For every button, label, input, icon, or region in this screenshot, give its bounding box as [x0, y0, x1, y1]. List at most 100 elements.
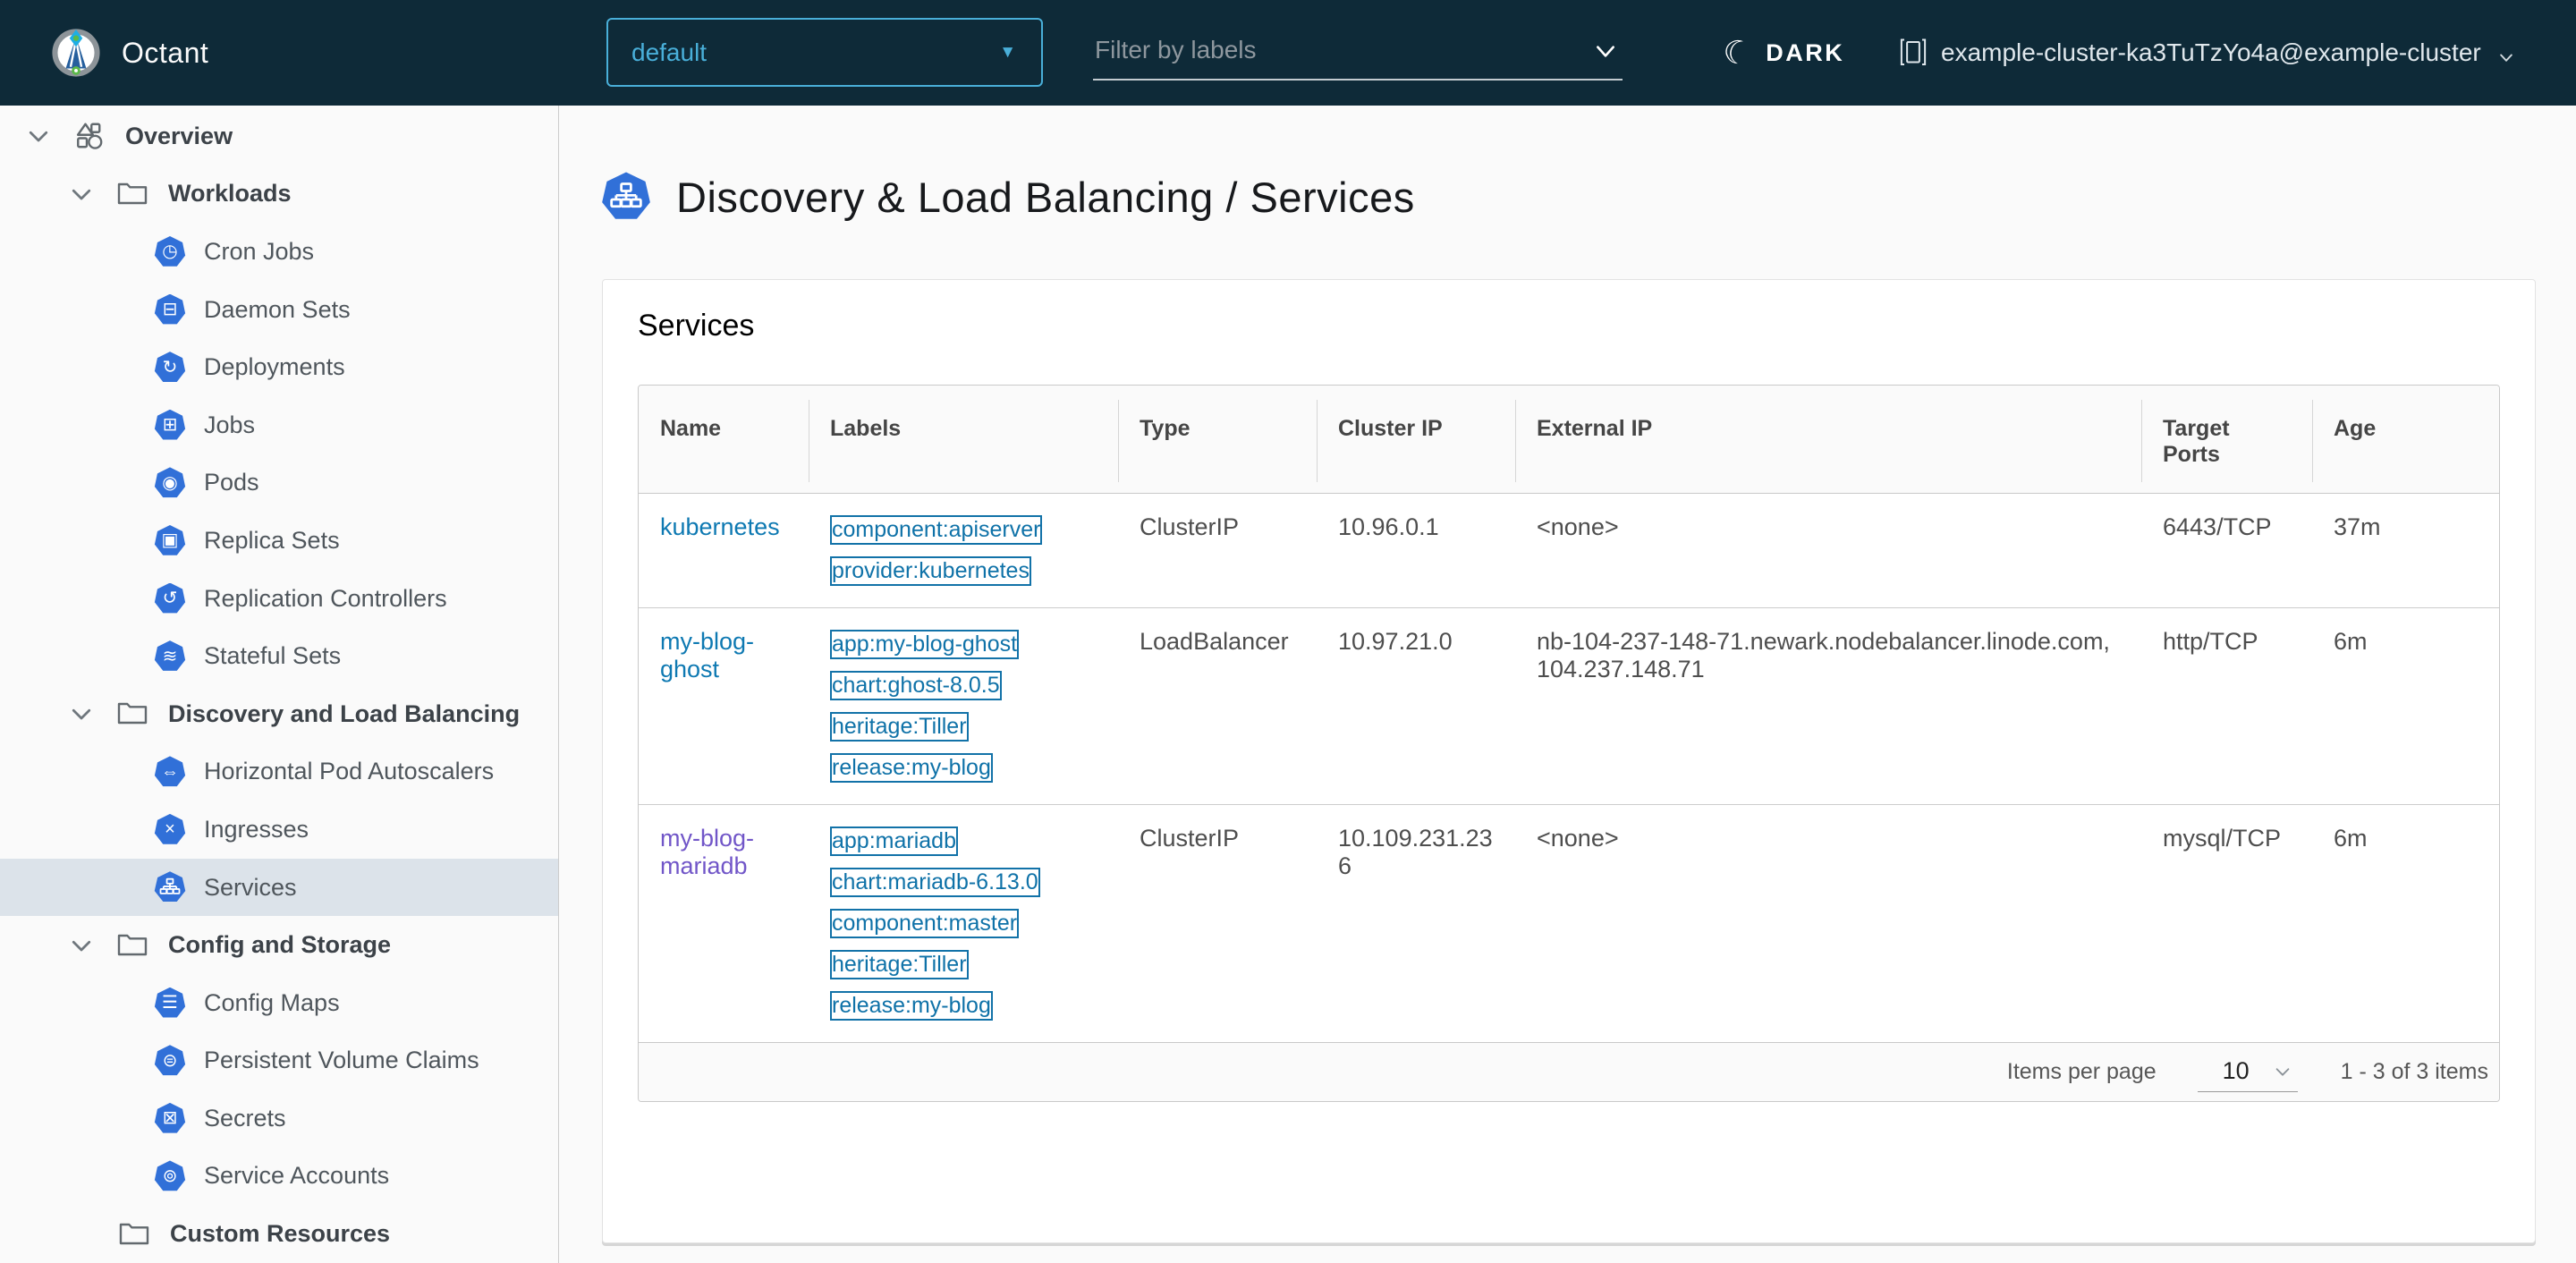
- namespace-selector[interactable]: default ▼: [606, 18, 1043, 87]
- pagination: Items per page 10 1 - 3 of 3 items: [639, 1041, 2499, 1101]
- folder-icon: [116, 699, 148, 729]
- label-pill[interactable]: chart:mariadb-6.13.0: [830, 867, 1040, 897]
- folder-icon: [116, 179, 148, 209]
- column-header-target-ports[interactable]: Target Ports: [2141, 386, 2312, 494]
- sidebar-item-overview[interactable]: Overview: [0, 107, 558, 165]
- label-filter-input[interactable]: Filter by labels: [1093, 23, 1623, 81]
- service-link[interactable]: my-blog-ghost: [660, 628, 754, 682]
- main-content: Discovery & Load Balancing / Services Se…: [560, 106, 2576, 1263]
- sidebar-item-replica-sets[interactable]: ▣ Replica Sets: [0, 512, 558, 570]
- sidebar-item-services[interactable]: Services: [0, 858, 558, 917]
- statefulset-icon: ≋: [154, 640, 186, 671]
- items-per-page-select[interactable]: 10: [2197, 1051, 2298, 1092]
- sidebar-item-label: Replica Sets: [204, 526, 340, 554]
- sidebar-item-label: Secrets: [204, 1104, 286, 1132]
- chevron-down-icon[interactable]: [25, 123, 52, 149]
- cell-type: ClusterIP: [1118, 803, 1317, 1042]
- sidebar-item-ingresses[interactable]: × Ingresses: [0, 801, 558, 859]
- applications-icon: [73, 121, 106, 151]
- sidebar-item-label: Cron Jobs: [204, 237, 315, 265]
- service-link[interactable]: kubernetes: [660, 513, 780, 540]
- sidebar-item-workloads[interactable]: Workloads: [0, 165, 558, 224]
- replication-controller-icon: ↺: [154, 582, 186, 614]
- sidebar-item-pods[interactable]: ◉ Pods: [0, 454, 558, 513]
- column-header-age[interactable]: Age: [2312, 386, 2499, 494]
- sidebar-item-label: Persistent Volume Claims: [204, 1047, 479, 1074]
- folder-icon: [118, 1219, 150, 1250]
- folder-icon: [116, 930, 148, 961]
- chevron-down-icon[interactable]: [1594, 39, 1617, 63]
- pagination-range: 1 - 3 of 3 items: [2340, 1058, 2488, 1084]
- label-pill[interactable]: component:master: [830, 908, 1020, 938]
- sidebar-item-deployments[interactable]: ↻ Deployments: [0, 338, 558, 396]
- label-pill[interactable]: app:my-blog-ghost: [830, 629, 1020, 659]
- cell-target-ports: http/TCP: [2141, 606, 2312, 804]
- chevron-down-icon[interactable]: [68, 932, 95, 959]
- cell-external-ip: nb-104-237-148-71.newark.nodebalancer.li…: [1515, 606, 2141, 804]
- label-pill[interactable]: app:mariadb: [830, 826, 958, 856]
- sidebar-item-label: Jobs: [204, 411, 256, 438]
- cell-target-ports: 6443/TCP: [2163, 513, 2272, 540]
- sidebar: Overview Workloads ◷ Cron Jobs ⊟ Daemon …: [0, 106, 559, 1263]
- sidebar-item-stateful-sets[interactable]: ≋ Stateful Sets: [0, 627, 558, 685]
- sidebar-item-label: Config Maps: [204, 988, 340, 1016]
- sidebar-item-replication-controllers[interactable]: ↺ Replication Controllers: [0, 570, 558, 628]
- column-header-type[interactable]: Type: [1118, 386, 1317, 494]
- label-pill[interactable]: release:my-blog: [830, 990, 993, 1021]
- cell-age: 6m: [2312, 803, 2499, 1042]
- chevron-down-icon[interactable]: [68, 700, 95, 727]
- cluster-switcher[interactable]: example-cluster-ka3TuTzYo4a@example-clus…: [1900, 0, 2515, 106]
- label-pill[interactable]: heritage:Tiller: [830, 711, 969, 742]
- label-filter-placeholder: Filter by labels: [1095, 36, 1257, 64]
- page-title: Discovery & Load Balancing / Services: [676, 173, 1415, 221]
- service-link[interactable]: my-blog-mariadb: [660, 825, 754, 879]
- sidebar-item-custom-resources[interactable]: Custom Resources: [0, 1205, 558, 1263]
- cell-cluster-ip: 10.97.21.0: [1317, 606, 1515, 804]
- sidebar-item-service-accounts[interactable]: ⊚ Service Accounts: [0, 1148, 558, 1206]
- label-pill[interactable]: chart:ghost-8.0.5: [830, 670, 1002, 700]
- sidebar-item-cron-jobs[interactable]: ◷ Cron Jobs: [0, 223, 558, 281]
- sidebar-item-persistent-volume-claims[interactable]: ⊜ Persistent Volume Claims: [0, 1032, 558, 1090]
- replicaset-icon: ▣: [154, 524, 186, 555]
- app-title: Octant: [122, 36, 209, 69]
- sidebar-item-config-maps[interactable]: ☰ Config Maps: [0, 974, 558, 1032]
- label-pill[interactable]: provider:kubernetes: [830, 555, 1031, 586]
- table-header-row: Name Labels Type Cluster IP External IP …: [639, 386, 2499, 494]
- sidebar-item-discovery-and-load-balancing[interactable]: Discovery and Load Balancing: [0, 685, 558, 743]
- sidebar-item-secrets[interactable]: ⊠ Secrets: [0, 1089, 558, 1148]
- column-header-name[interactable]: Name: [639, 386, 809, 494]
- services-table: Name Labels Type Cluster IP External IP …: [639, 386, 2499, 1042]
- sidebar-item-horizontal-pod-autoscalers[interactable]: ⇔ Horizontal Pod Autoscalers: [0, 743, 558, 801]
- chevron-down-icon: [2497, 44, 2515, 62]
- sidebar-item-label: Deployments: [204, 353, 345, 381]
- service-icon: [601, 172, 651, 222]
- sidebar-item-label: Config and Storage: [168, 931, 391, 959]
- label-pill[interactable]: component:apiserver: [830, 514, 1043, 545]
- table-row: my-blog-mariadb app:mariadb chart:mariad…: [639, 803, 2499, 1042]
- sidebar-item-daemon-sets[interactable]: ⊟ Daemon Sets: [0, 281, 558, 339]
- service-icon: [154, 871, 186, 903]
- cell-age: 6m: [2312, 606, 2499, 804]
- hpa-icon: ⇔: [154, 756, 186, 787]
- label-pill[interactable]: heritage:Tiller: [830, 949, 969, 979]
- sidebar-item-label: Pods: [204, 469, 259, 496]
- column-header-external-ip[interactable]: External IP: [1515, 386, 2141, 494]
- sidebar-item-label: Service Accounts: [204, 1162, 390, 1190]
- sidebar-item-config-and-storage[interactable]: Config and Storage: [0, 916, 558, 974]
- column-header-labels[interactable]: Labels: [809, 386, 1118, 494]
- cell-external-ip: <none>: [1515, 803, 2141, 1042]
- theme-toggle-button[interactable]: ☾ DARK: [1719, 0, 1844, 106]
- card-title: Services: [638, 309, 755, 343]
- sidebar-item-label: Workloads: [168, 180, 292, 208]
- chevron-down-icon[interactable]: [68, 181, 95, 208]
- page-title-row: Discovery & Load Balancing / Services: [601, 172, 1415, 222]
- items-per-page-label: Items per page: [2006, 1058, 2157, 1084]
- label-pill[interactable]: release:my-blog: [830, 752, 993, 783]
- sidebar-item-label: Daemon Sets: [204, 295, 351, 323]
- column-header-cluster-ip[interactable]: Cluster IP: [1317, 386, 1515, 494]
- cluster-icon: [1900, 38, 1927, 68]
- pod-icon: ◉: [154, 467, 186, 498]
- configmap-icon: ☰: [154, 987, 186, 1018]
- sidebar-item-jobs[interactable]: ⊞ Jobs: [0, 396, 558, 454]
- caret-down-icon: ▼: [999, 42, 1016, 62]
